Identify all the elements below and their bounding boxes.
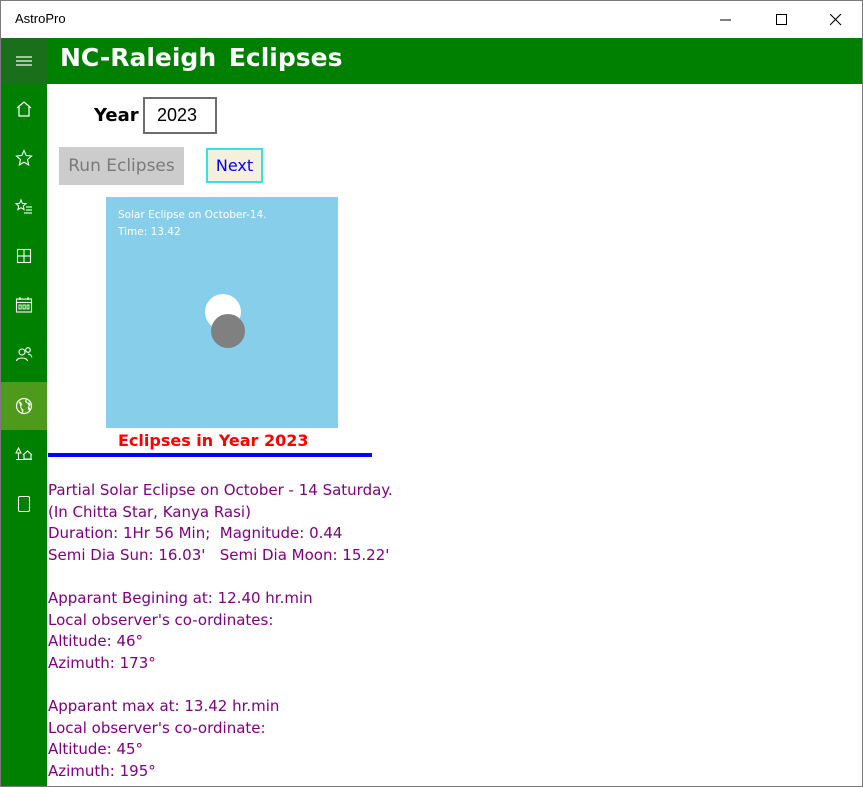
nav-home[interactable] bbox=[1, 85, 47, 133]
detail-line: Semi Dia Sun: 16.03' Semi Dia Moon: 15.2… bbox=[48, 545, 390, 564]
app-window: AstroPro NC-Raleigh Eclipses Year 2023 R… bbox=[0, 0, 863, 787]
main-content: Year Run Eclipses Next Solar Eclipse on … bbox=[48, 84, 862, 786]
star-icon bbox=[15, 149, 33, 167]
nav-people[interactable] bbox=[1, 330, 47, 378]
people-icon bbox=[15, 347, 33, 362]
title-bar: AstroPro bbox=[1, 1, 862, 38]
window-title: AstroPro bbox=[15, 11, 66, 26]
eclipse-details: Partial Solar Eclipse on October - 14 Sa… bbox=[48, 480, 848, 782]
heading-divider bbox=[48, 453, 372, 457]
detail-line: Local observer's co-ordinates: bbox=[48, 610, 274, 629]
nav-property[interactable] bbox=[1, 430, 47, 478]
detail-line: Azimuth: 195° bbox=[48, 761, 156, 780]
nav-grid[interactable] bbox=[1, 232, 47, 280]
calendar-icon bbox=[15, 297, 33, 313]
results-heading: Eclipses in Year 2023 bbox=[118, 431, 309, 450]
nav-star-list[interactable] bbox=[1, 183, 47, 231]
page-title: NC-Raleigh Eclipses bbox=[60, 43, 343, 72]
hamburger-icon bbox=[16, 56, 32, 66]
detail-line: Azimuth: 173° bbox=[48, 653, 156, 672]
next-button[interactable]: Next bbox=[206, 148, 263, 183]
tablet-icon bbox=[17, 495, 31, 513]
close-icon bbox=[830, 13, 842, 25]
nav-calendar[interactable] bbox=[1, 281, 47, 329]
app-header: NC-Raleigh Eclipses bbox=[1, 38, 862, 84]
detail-line: Local observer's co-ordinate: bbox=[48, 718, 266, 737]
detail-spacer bbox=[48, 566, 848, 588]
globe-icon bbox=[15, 397, 33, 415]
eclipse-diagram: Solar Eclipse on October-14. Time: 13.42 bbox=[106, 197, 338, 428]
detail-line: Altitude: 46° bbox=[48, 632, 144, 651]
detail-spacer bbox=[48, 674, 848, 696]
house-tree-icon bbox=[15, 446, 33, 460]
nav-favorites[interactable] bbox=[1, 134, 47, 182]
detail-line: Altitude: 45° bbox=[48, 740, 144, 759]
run-eclipses-button[interactable]: Run Eclipses bbox=[59, 147, 184, 185]
minimize-button[interactable] bbox=[703, 1, 749, 38]
home-icon bbox=[16, 101, 32, 117]
grid-icon bbox=[16, 248, 32, 264]
detail-line: Partial Solar Eclipse on October - 14 Sa… bbox=[48, 481, 393, 499]
moon-disc bbox=[211, 314, 245, 348]
eclipse-graphic bbox=[205, 294, 245, 348]
detail-line: Apparant max at: 13.42 hr.min bbox=[48, 696, 280, 715]
minimize-icon bbox=[720, 19, 731, 20]
close-button[interactable] bbox=[813, 1, 859, 38]
nav-sidebar bbox=[1, 38, 47, 786]
detail-line: (In Chitta Star, Kanya Rasi) bbox=[48, 502, 251, 521]
year-label: Year bbox=[94, 105, 139, 126]
menu-button[interactable] bbox=[1, 38, 47, 84]
maximize-icon bbox=[776, 13, 787, 25]
detail-line: Apparant Begining at: 12.40 hr.min bbox=[48, 588, 313, 607]
year-input[interactable] bbox=[143, 97, 217, 134]
detail-line: Duration: 1Hr 56 Min; Magnitude: 0.44 bbox=[48, 524, 343, 543]
nav-tablet[interactable] bbox=[1, 480, 47, 528]
maximize-button[interactable] bbox=[759, 1, 805, 38]
nav-eclipses[interactable] bbox=[1, 382, 47, 430]
star-list-icon bbox=[15, 198, 32, 214]
